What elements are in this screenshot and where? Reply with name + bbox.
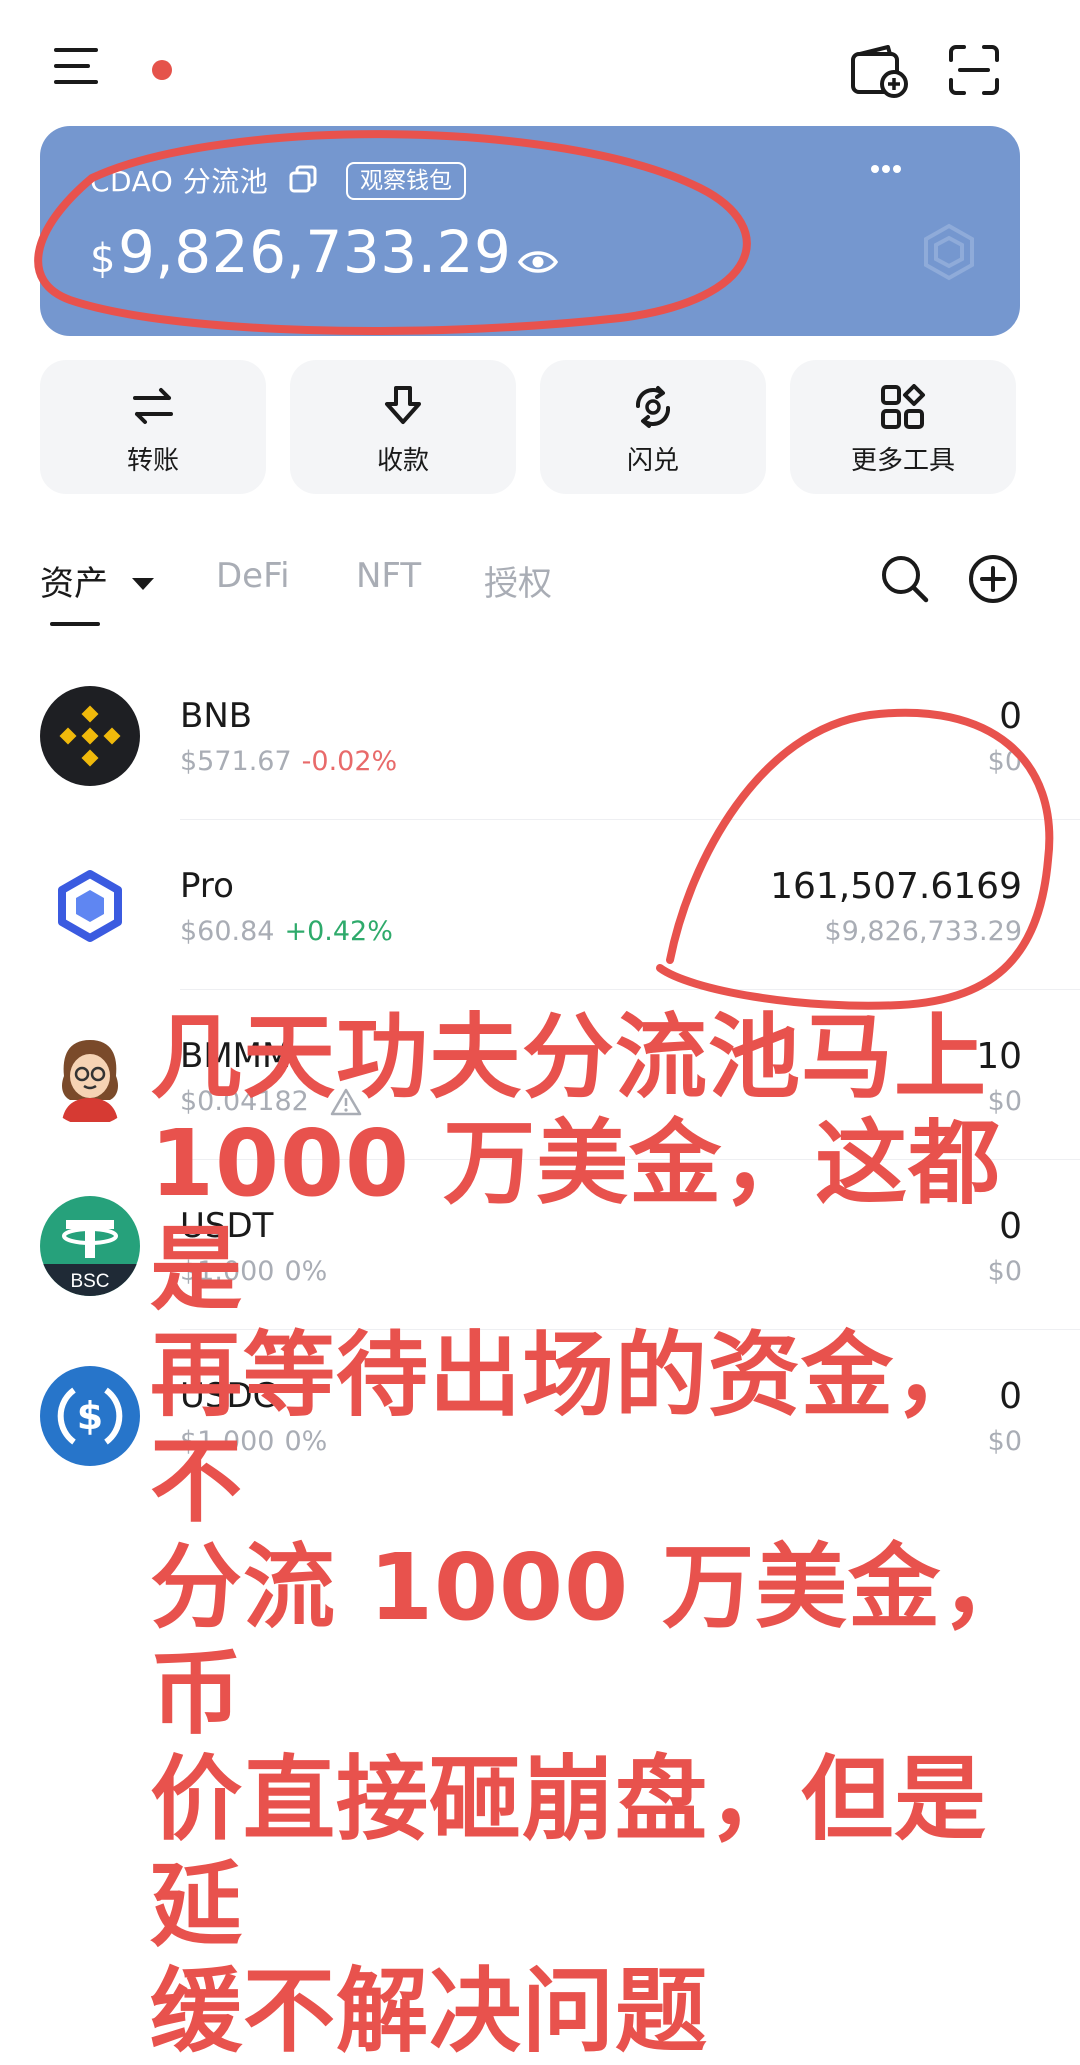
asset-symbol: Pro <box>180 866 234 906</box>
action-label: 更多工具 <box>850 446 955 476</box>
overlay-line: 缓不解决问题 <box>150 1958 709 2065</box>
more-tools-button[interactable]: 更多工具 <box>790 360 1016 494</box>
asset-price: $571.67 <box>180 746 292 777</box>
scan-icon[interactable] <box>948 44 1000 96</box>
annotation-overlay-text: 几天功夫分流池马上 1000 万美金，这都是 再等待出场的资金，不 分流 100… <box>150 1005 1070 2065</box>
asset-symbol: BNB <box>180 696 253 736</box>
action-label: 转账 <box>126 446 179 476</box>
tab-label: NFT <box>356 556 422 596</box>
swap-icon <box>630 384 676 430</box>
tab-label: 授权 <box>484 564 552 604</box>
asset-row-bnb[interactable]: BNB $571.67 -0.02% 0 $0 <box>0 650 1080 820</box>
overlay-line: 价直接砸崩盘，但是延 <box>150 1746 988 1959</box>
asset-price-line: $60.84 +0.42% <box>180 916 393 947</box>
overlay-line: 几天功夫分流池马上 <box>150 1004 988 1111</box>
notification-dot <box>152 60 172 80</box>
currency-symbol: $ <box>90 236 116 282</box>
receive-icon <box>381 384 425 428</box>
bmmm-logo-icon <box>40 1026 140 1126</box>
asset-amount: 0 <box>999 696 1022 737</box>
dropdown-caret-icon[interactable] <box>130 576 156 592</box>
search-icon[interactable] <box>880 554 930 604</box>
usdt-logo-icon: BSC <box>40 1196 140 1296</box>
asset-amount: 161,507.6169 <box>770 866 1022 907</box>
wallet-card[interactable]: CDAO 分流池 观察钱包 $9,826,733.29 <box>40 126 1020 336</box>
more-options-icon[interactable] <box>870 164 902 174</box>
watch-wallet-badge: 观察钱包 <box>346 162 466 200</box>
asset-price: $60.84 <box>180 916 275 947</box>
swap-button[interactable]: 闪兑 <box>540 360 766 494</box>
tab-defi[interactable]: DeFi <box>216 556 290 596</box>
overlay-line: 1000 万美金，这都是 <box>150 1110 1002 1323</box>
asset-row-pro[interactable]: Pro $60.84 +0.42% 161,507.6169 $9,826,733… <box>0 820 1080 990</box>
usdc-logo-icon: $ <box>40 1366 140 1466</box>
tab-assets[interactable]: 资产 <box>40 556 108 605</box>
add-token-icon[interactable] <box>968 554 1018 604</box>
menu-icon[interactable] <box>54 46 100 86</box>
wallet-name: CDAO 分流池 <box>90 165 269 198</box>
tab-label: 资产 <box>40 564 108 604</box>
action-label: 收款 <box>376 446 429 476</box>
balance-value: 9,826,733.29 <box>117 218 512 286</box>
overlay-line: 再等待出场的资金，不 <box>150 1322 988 1535</box>
transfer-button[interactable]: 转账 <box>40 360 266 494</box>
total-balance: $9,826,733.29 <box>90 218 511 286</box>
tab-authorization[interactable]: 授权 <box>484 556 552 605</box>
more-tools-icon <box>880 384 926 430</box>
copy-icon[interactable] <box>288 164 318 194</box>
receive-button[interactable]: 收款 <box>290 360 516 494</box>
asset-price-line: $571.67 -0.02% <box>180 746 397 777</box>
bnb-logo-icon <box>40 686 140 786</box>
tab-active-indicator <box>50 622 100 626</box>
chain-watermark-icon <box>922 222 976 282</box>
asset-value: $9,826,733.29 <box>824 916 1022 947</box>
eye-icon[interactable] <box>518 248 558 276</box>
add-wallet-icon[interactable] <box>850 44 908 98</box>
asset-change: -0.02% <box>301 746 398 777</box>
action-label: 闪兑 <box>626 446 679 476</box>
asset-change: +0.42% <box>284 916 393 947</box>
tab-nft[interactable]: NFT <box>356 556 421 596</box>
pro-logo-icon <box>40 856 140 956</box>
overlay-line: 分流 1000 万美金，币 <box>150 1534 1035 1747</box>
asset-value: $0 <box>987 746 1022 777</box>
svg-text:$: $ <box>77 1394 103 1438</box>
svg-text:BSC: BSC <box>70 1271 109 1292</box>
transfer-icon <box>131 384 175 428</box>
tab-label: DeFi <box>216 556 290 596</box>
